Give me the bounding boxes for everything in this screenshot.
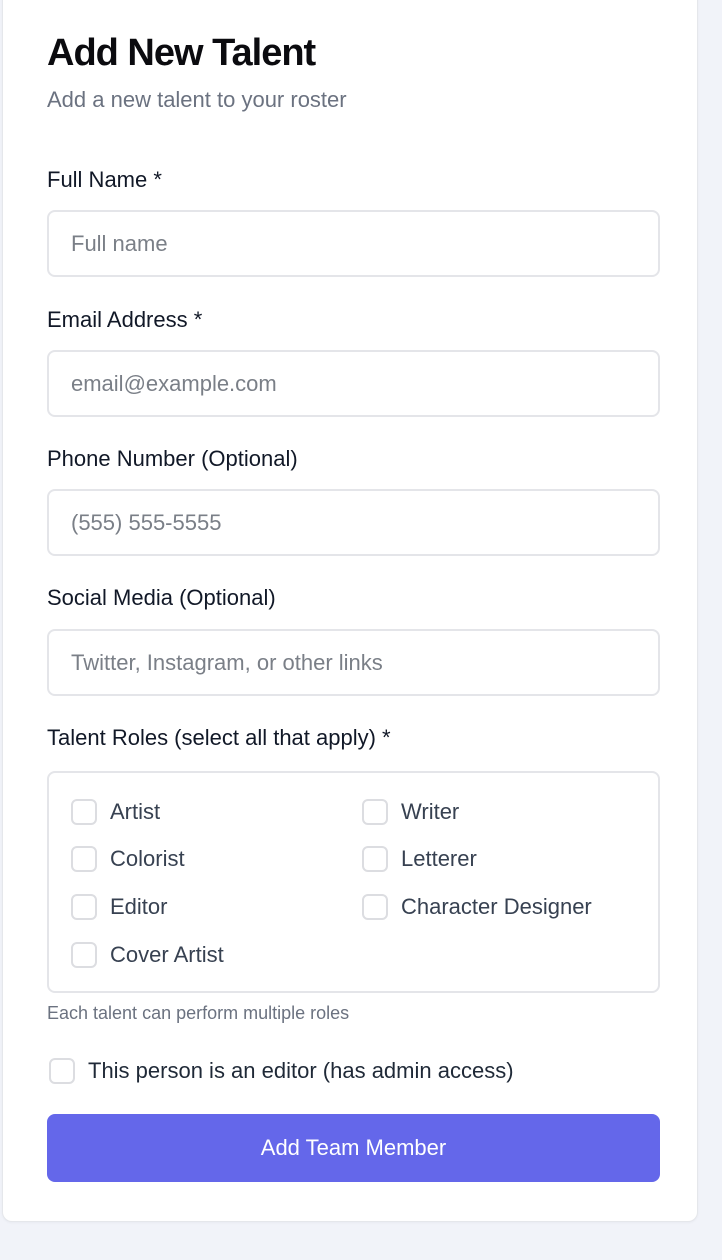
full-name-label: Full Name * bbox=[47, 167, 162, 192]
role-option-letterer[interactable]: Letterer bbox=[362, 844, 477, 874]
role-letterer-label: Letterer bbox=[401, 846, 477, 871]
role-editor-label: Editor bbox=[110, 894, 168, 919]
role-character-designer-checkbox[interactable] bbox=[362, 894, 388, 920]
role-option-character-designer[interactable]: Character Designer bbox=[362, 892, 592, 922]
page-subtitle: Add a new talent to your roster bbox=[47, 87, 347, 112]
social-media-input[interactable] bbox=[47, 629, 660, 696]
email-input[interactable] bbox=[47, 350, 660, 417]
role-option-artist[interactable]: Artist bbox=[71, 797, 160, 827]
editor-admin-checkbox[interactable] bbox=[49, 1058, 75, 1084]
talent-roles-group: Artist Writer Colorist Letterer Editor C… bbox=[47, 771, 660, 993]
add-team-member-button[interactable]: Add Team Member bbox=[47, 1114, 660, 1182]
role-artist-label: Artist bbox=[110, 799, 161, 824]
role-colorist-label: Colorist bbox=[110, 846, 185, 871]
role-writer-checkbox[interactable] bbox=[362, 799, 388, 825]
page-title: Add New Talent bbox=[47, 32, 316, 74]
role-artist-checkbox[interactable] bbox=[71, 799, 97, 825]
add-talent-card: Add New Talent Add a new talent to your … bbox=[2, 0, 698, 1222]
role-editor-checkbox[interactable] bbox=[71, 894, 97, 920]
social-media-label: Social Media (Optional) bbox=[47, 585, 276, 610]
role-writer-label: Writer bbox=[401, 799, 460, 824]
talent-roles-label: Talent Roles (select all that apply) * bbox=[47, 725, 391, 750]
roles-helper-text: Each talent can perform multiple roles bbox=[47, 1003, 350, 1023]
role-cover-artist-label: Cover Artist bbox=[110, 942, 224, 967]
role-option-editor[interactable]: Editor bbox=[71, 892, 167, 922]
full-name-input[interactable] bbox=[47, 210, 660, 277]
phone-label: Phone Number (Optional) bbox=[47, 446, 298, 471]
role-character-designer-label: Character Designer bbox=[401, 894, 592, 919]
role-option-colorist[interactable]: Colorist bbox=[71, 844, 185, 874]
editor-admin-option[interactable]: This person is an editor (has admin acce… bbox=[49, 1056, 514, 1086]
phone-input[interactable] bbox=[47, 489, 660, 556]
role-colorist-checkbox[interactable] bbox=[71, 846, 97, 872]
role-option-cover-artist[interactable]: Cover Artist bbox=[71, 940, 224, 970]
editor-admin-label: This person is an editor (has admin acce… bbox=[88, 1058, 514, 1083]
role-option-writer[interactable]: Writer bbox=[362, 797, 459, 827]
role-letterer-checkbox[interactable] bbox=[362, 846, 388, 872]
role-cover-artist-checkbox[interactable] bbox=[71, 942, 97, 968]
email-label: Email Address * bbox=[47, 307, 203, 332]
